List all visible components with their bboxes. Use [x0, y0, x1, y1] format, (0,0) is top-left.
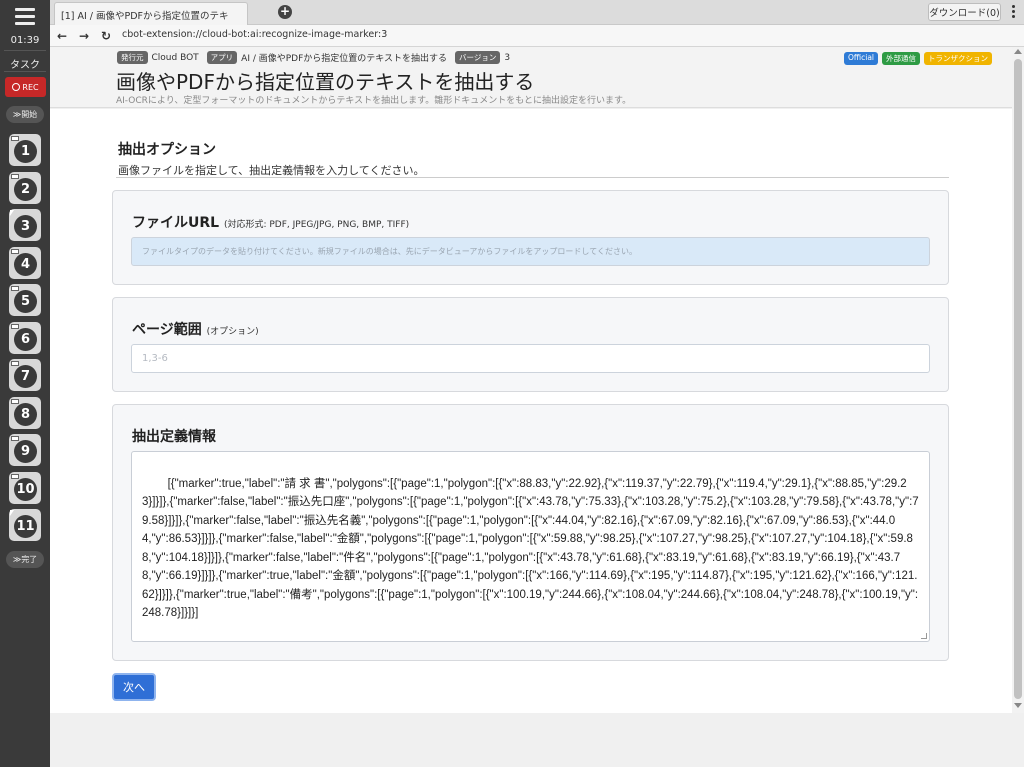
window-icon	[11, 436, 19, 441]
forward-icon[interactable]: →	[76, 28, 92, 44]
page-range-card: ページ範囲 (オプション) 1,3-6	[112, 297, 949, 392]
record-button[interactable]: REC	[5, 77, 46, 97]
status-badge: トランザクション	[924, 52, 992, 65]
divider	[4, 50, 46, 51]
browser-tab-bar: [1] AI / 画像やPDFから指定位置のテキ + ダウンロード(0)	[50, 0, 1024, 25]
window-icon	[11, 323, 19, 329]
more-options-icon[interactable]	[1010, 5, 1016, 19]
start-button[interactable]: ≫ 開始	[6, 106, 44, 123]
badge-group: Official 外部通信 トランザクション	[843, 52, 992, 65]
step-number: 2	[14, 177, 37, 201]
main-content: 抽出オプション 画像ファイルを指定して、抽出定義情報を入力してください。 ファイ…	[50, 109, 1012, 713]
breadcrumb: 発行元 Cloud BOT アプリ AI / 画像やPDFから指定位置のテキスト…	[117, 51, 510, 64]
next-button[interactable]: 次へ	[112, 673, 156, 701]
divider	[116, 177, 949, 178]
window-icon	[11, 286, 19, 291]
cursor-icon	[10, 510, 14, 516]
file-url-subtitle: (対応形式: PDF, JPEG/JPG, PNG, BMP, TIFF)	[223, 220, 410, 230]
address-bar: ← → ↻ cbot-extension://cloud-bot:ai:reco…	[50, 25, 1024, 47]
url-field[interactable]: cbot-extension://cloud-bot:ai:recognize-…	[122, 29, 387, 40]
task-label: タスク	[10, 60, 40, 71]
resize-handle[interactable]	[921, 633, 927, 639]
page-range-title: ページ範囲 (オプション)	[132, 319, 259, 339]
page-range-input[interactable]: 1,3-6	[131, 344, 930, 373]
start-label: 開始	[21, 110, 38, 119]
reload-icon[interactable]: ↻	[98, 28, 114, 44]
step-button[interactable]: 8	[9, 396, 41, 429]
step-number: 1	[14, 140, 37, 163]
file-url-input[interactable]: ファイルタイプのデータを貼り付けてください。新規ファイルの場合は、先にデータビュ…	[131, 237, 930, 266]
page: 発行元 Cloud BOT アプリ AI / 画像やPDFから指定位置のテキスト…	[50, 47, 1024, 767]
definition-card: 抽出定義情報 [{"marker":true,"label":"請 求 書","…	[112, 404, 949, 661]
back-icon[interactable]: ←	[54, 28, 70, 44]
step-number: 11	[14, 515, 37, 538]
step-button[interactable]: 6	[9, 321, 41, 354]
app-chip: アプリ	[206, 51, 238, 64]
new-tab-icon[interactable]: +	[278, 5, 292, 19]
page-title: 画像やPDFから指定位置のテキストを抽出する	[116, 70, 535, 94]
publisher-chip: 発行元	[117, 51, 148, 64]
file-url-label: ファイルURL	[132, 215, 220, 231]
step-button[interactable]: 7	[9, 359, 41, 391]
step-number: 10	[14, 477, 37, 501]
section-title: 抽出オプション	[118, 142, 216, 158]
task-sidebar: 01:39 タスク REC ≫ 開始 1 2 3 4 5 6 7 8 9 10 11 ≫ 完了	[0, 0, 50, 767]
app-path: AI / 画像やPDFから指定位置のテキストを抽出する	[241, 54, 448, 64]
version-chip: バージョン	[455, 51, 501, 64]
definition-value: [{"marker":true,"label":"請 求 書","polygon…	[142, 477, 919, 620]
cursor-icon	[10, 210, 14, 216]
finish-label: 完了	[21, 555, 38, 564]
definition-textarea[interactable]: [{"marker":true,"label":"請 求 書","polygon…	[131, 451, 930, 642]
step-button[interactable]: 10	[9, 471, 41, 504]
record-icon	[12, 83, 21, 91]
definition-title: 抽出定義情報	[132, 429, 216, 445]
status-badge: Official	[843, 52, 878, 65]
chevron-down-icon: ≫	[12, 555, 22, 564]
step-button[interactable]: 3	[9, 209, 41, 241]
step-button[interactable]: 4	[9, 246, 41, 279]
section-description: 画像ファイルを指定して、抽出定義情報を入力してください。	[118, 164, 425, 177]
record-label: REC	[22, 82, 39, 92]
step-button[interactable]: 9	[9, 434, 41, 466]
scrollbar[interactable]	[1012, 47, 1024, 713]
step-number: 9	[14, 440, 37, 463]
scroll-down-icon[interactable]	[1014, 703, 1022, 708]
scroll-up-icon[interactable]	[1014, 49, 1022, 54]
file-url-title: ファイルURL (対応形式: PDF, JPEG/JPG, PNG, BMP, …	[132, 212, 409, 232]
file-url-card: ファイルURL (対応形式: PDF, JPEG/JPG, PNG, BMP, …	[112, 190, 949, 285]
download-button[interactable]: ダウンロード(0)	[928, 3, 1001, 21]
status-badge: 外部通信	[882, 52, 920, 65]
window-icon	[11, 398, 19, 404]
publisher-name: Cloud BOT	[151, 52, 199, 63]
window-icon	[11, 248, 19, 254]
window-icon	[11, 473, 19, 479]
step-number: 4	[14, 252, 37, 276]
step-button[interactable]: 11	[9, 509, 41, 541]
step-number: 7	[14, 365, 37, 388]
divider	[4, 71, 46, 72]
page-description: AI-OCRにより、定型フォーマットのドキュメントからテキストを抽出します。雛形…	[116, 96, 632, 106]
step-button[interactable]: 1	[9, 134, 41, 166]
window-icon	[11, 136, 19, 141]
menu-icon[interactable]	[15, 8, 35, 26]
version-number: 3	[504, 52, 511, 63]
chevron-down-icon: ≫	[12, 110, 22, 119]
page-range-label: ページ範囲	[132, 322, 202, 338]
step-number: 5	[14, 290, 37, 313]
step-number: 6	[14, 327, 37, 351]
window-icon	[11, 173, 19, 179]
step-number: 8	[14, 402, 37, 426]
page-range-subtitle: (オプション)	[206, 327, 259, 337]
step-button[interactable]: 5	[9, 284, 41, 316]
scrollbar-thumb[interactable]	[1014, 59, 1022, 699]
finish-button[interactable]: ≫ 完了	[6, 551, 44, 568]
step-button[interactable]: 2	[9, 171, 41, 204]
browser-tab[interactable]: [1] AI / 画像やPDFから指定位置のテキ	[54, 2, 248, 25]
step-number: 3	[14, 215, 37, 238]
app-header: 発行元 Cloud BOT アプリ AI / 画像やPDFから指定位置のテキスト…	[50, 47, 1012, 108]
window-icon	[11, 361, 19, 366]
clock: 01:39	[10, 35, 40, 46]
